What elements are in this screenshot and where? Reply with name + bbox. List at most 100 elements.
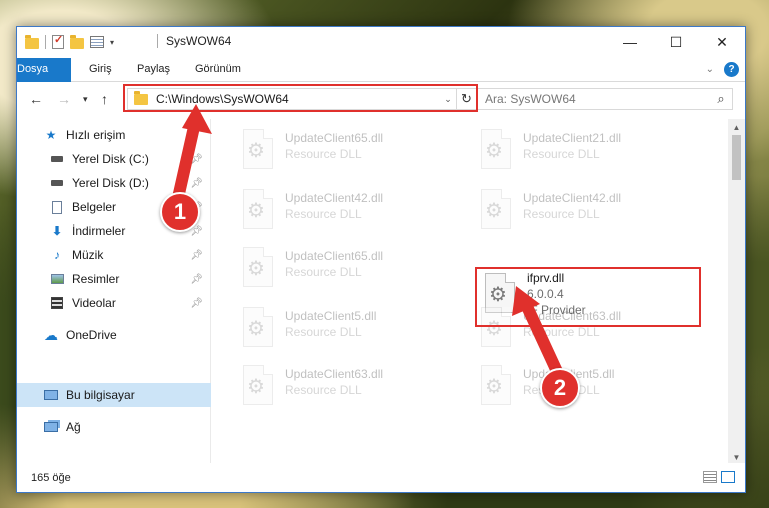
properties-icon[interactable] xyxy=(90,36,104,48)
view-buttons xyxy=(703,471,735,483)
dll-file-icon: ⚙ xyxy=(477,305,513,349)
tab-share[interactable]: Paylaş xyxy=(129,58,178,81)
pictures-icon xyxy=(49,272,65,286)
pin-icon[interactable]: 📌︎ xyxy=(190,250,203,261)
large-icons-view-icon[interactable] xyxy=(721,471,735,483)
sidebar-item-label: Yerel Disk (D:) xyxy=(72,176,149,190)
dll-file-icon: ⚙ xyxy=(477,363,513,407)
star-icon: ★ xyxy=(45,128,57,142)
file-description: Resource DLL xyxy=(285,325,362,339)
file-description: Resource DLL xyxy=(285,265,362,279)
scroll-thumb[interactable] xyxy=(732,135,741,180)
expand-ribbon-icon[interactable]: ⌄ xyxy=(706,64,714,75)
file-description: Resource DLL xyxy=(523,207,600,221)
back-arrow-icon[interactable]: ← xyxy=(29,91,43,107)
vertical-scrollbar[interactable]: ▲ ▼ xyxy=(728,119,745,465)
pin-icon[interactable]: 📌︎ xyxy=(190,298,203,309)
details-view-icon[interactable] xyxy=(703,471,717,483)
window-title-area: SysWOW64 xyxy=(157,34,231,48)
window-controls: — ☐ ✕ xyxy=(607,27,745,57)
address-bar[interactable]: C:\Windows\SysWOW64 ⌄ ↻ xyxy=(127,88,477,110)
quick-access-toolbar: ▾ xyxy=(25,33,114,49)
file-description: Resource DLL xyxy=(285,147,362,161)
scroll-up-icon[interactable]: ▲ xyxy=(728,119,745,135)
search-icon[interactable]: ⌕ xyxy=(710,91,732,107)
properties-check-icon[interactable] xyxy=(52,33,64,49)
dll-file-icon: ⚙ xyxy=(477,187,513,231)
sidebar-item-this-pc[interactable]: Bu bilgisayar xyxy=(17,383,211,407)
file-item[interactable]: ⚙ UpdateClient21.dll Resource DLL xyxy=(477,127,707,183)
documents-icon xyxy=(49,200,65,214)
dll-file-icon: ⚙ xyxy=(239,187,275,231)
title-bar: ▾ SysWOW64 — ☐ ✕ xyxy=(17,27,745,58)
dll-file-icon: ⚙ xyxy=(239,245,275,289)
sidebar-item-label: Bu bilgisayar xyxy=(66,388,135,402)
sidebar-item-label: İndirmeler xyxy=(72,224,126,238)
help-icon[interactable]: ? xyxy=(724,62,739,77)
search-box[interactable]: Ara: SysWOW64 ⌕ xyxy=(477,88,733,110)
sidebar-item-videos[interactable]: Videolar 📌︎ xyxy=(17,291,211,315)
close-button[interactable]: ✕ xyxy=(699,27,745,57)
sidebar-item-label: Ağ xyxy=(66,420,81,434)
sidebar-item-onedrive[interactable]: ☁ OneDrive xyxy=(17,323,211,347)
window-title: SysWOW64 xyxy=(166,34,232,48)
sidebar-item-music[interactable]: ♪ Müzik 📌︎ xyxy=(17,243,211,267)
file-name: UpdateClient5.dll xyxy=(285,309,377,323)
maximize-button[interactable]: ☐ xyxy=(653,27,699,57)
computer-icon xyxy=(43,388,59,402)
address-dropdown-icon[interactable]: ⌄ xyxy=(440,94,456,105)
file-item[interactable]: ⚙ UpdateClient63.dll Resource DLL xyxy=(477,305,707,361)
search-input[interactable]: Ara: SysWOW64 xyxy=(485,92,710,106)
sidebar-item-network[interactable]: Ağ xyxy=(17,415,211,439)
minimize-button[interactable]: — xyxy=(607,27,653,57)
file-item[interactable]: ⚙ UpdateClient65.dll Resource DLL xyxy=(239,127,469,183)
navigation-pane: ★ Hızlı erişim Yerel Disk (C:) 📌︎ Yerel … xyxy=(17,119,211,465)
forward-arrow-icon[interactable]: → xyxy=(57,91,71,107)
customize-dropdown-icon[interactable]: ▾ xyxy=(110,38,114,47)
address-path[interactable]: C:\Windows\SysWOW64 xyxy=(156,92,440,106)
file-name: UpdateClient63.dll xyxy=(285,367,384,381)
file-description: Resource DLL xyxy=(523,325,600,339)
network-icon xyxy=(43,420,59,434)
divider xyxy=(157,34,158,48)
file-name: UpdateClient63.dll xyxy=(523,309,622,323)
dll-file-icon: ⚙ xyxy=(477,127,513,171)
file-name: UpdateClient42.dll xyxy=(285,191,384,205)
file-item[interactable]: ⚙ UpdateClient42.dll Resource DLL xyxy=(477,187,707,243)
up-arrow-icon[interactable]: ↑ xyxy=(101,91,108,107)
file-description: Resource DLL xyxy=(523,147,600,161)
file-item[interactable]: ⚙ UpdateClient5.dllResource DLL xyxy=(477,363,707,419)
dll-file-icon: ⚙ xyxy=(239,305,275,349)
pin-icon[interactable]: 📌︎ xyxy=(190,178,203,189)
sidebar-item-local-disk-c[interactable]: Yerel Disk (C:) 📌︎ xyxy=(17,147,211,171)
file-list: ⚙ UpdateClient65.dll Resource DLL ⚙ Updat… xyxy=(213,119,728,465)
divider xyxy=(45,35,46,49)
item-count: 165 öğe xyxy=(31,472,71,484)
folder-icon xyxy=(134,90,148,105)
tab-view[interactable]: Görünüm xyxy=(187,58,249,81)
callout-2: 2 xyxy=(540,368,580,408)
new-folder-icon[interactable] xyxy=(70,34,84,49)
dll-file-icon: ⚙ xyxy=(239,127,275,171)
sidebar-item-label: Resimler xyxy=(72,272,120,286)
folder-icon xyxy=(25,34,39,49)
file-version: 6.0.0.4 xyxy=(527,287,564,301)
sidebar-item-quick-access[interactable]: ★ Hızlı erişim xyxy=(17,123,211,147)
sidebar-item-label: OneDrive xyxy=(66,328,117,342)
file-item[interactable]: ⚙ UpdateClient63.dll Resource DLL xyxy=(239,363,469,419)
drive-icon xyxy=(49,152,65,166)
callout-1: 1 xyxy=(160,192,200,232)
pin-icon[interactable]: 📌︎ xyxy=(190,274,203,285)
file-item[interactable]: ⚙ UpdateClient65.dll Resource DLL xyxy=(239,245,469,301)
videos-icon xyxy=(49,296,65,310)
file-item[interactable]: ⚙ UpdateClient42.dll Resource DLL xyxy=(239,187,469,243)
refresh-icon[interactable]: ↻ xyxy=(456,89,476,109)
sidebar-item-pictures[interactable]: Resimler 📌︎ xyxy=(17,267,211,291)
tab-home[interactable]: Giriş xyxy=(81,58,120,81)
recent-locations-icon[interactable]: ▾ xyxy=(83,94,88,105)
sidebar-item-label: Belgeler xyxy=(72,200,117,214)
file-name: UpdateClient65.dll xyxy=(285,131,384,145)
pin-icon[interactable]: 📌︎ xyxy=(190,154,203,165)
file-item[interactable]: ⚙ UpdateClient5.dll Resource DLL xyxy=(239,305,469,361)
file-name: UpdateClient42.dll xyxy=(523,191,622,205)
